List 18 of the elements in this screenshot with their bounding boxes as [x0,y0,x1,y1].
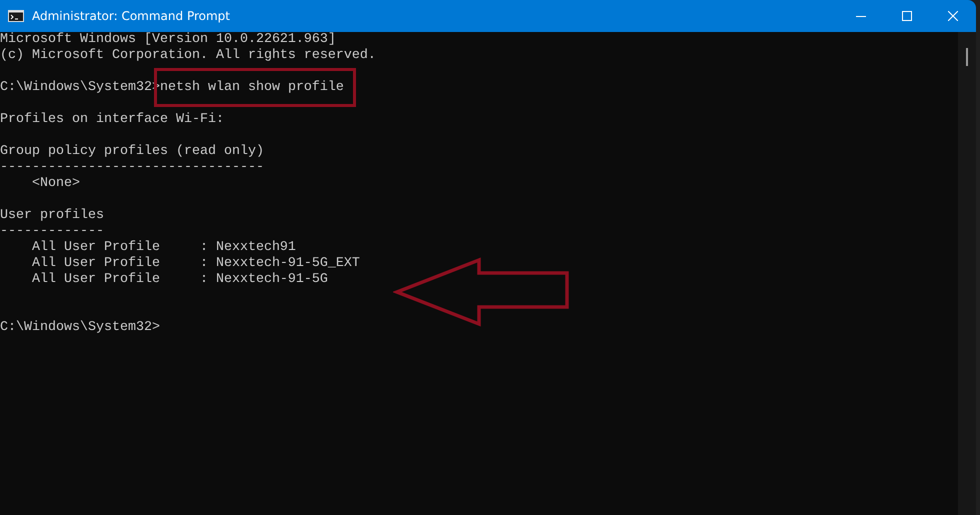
console-line: Microsoft Windows [Version 10.0.22621.963] [0,32,336,48]
console-command: netsh wlan show profile [160,80,344,96]
console-line: All User Profile : Nexxtech-91-5G_EXT [30,256,360,272]
console-line: --------------------------------- [0,160,264,176]
maximize-icon [902,11,912,21]
close-icon [948,11,958,21]
console-line: <None> [30,176,80,192]
command-prompt: C:\Windows\System32> [0,320,160,336]
console-line: Profiles on interface Wi-Fi: [0,112,224,128]
scrollbar[interactable] [958,32,976,515]
window-title: Administrator: Command Prompt [32,9,230,23]
console-line: All User Profile : Nexxtech-91-5G [30,272,328,288]
console-line: User profiles [0,208,104,224]
console-line: Group policy profiles (read only) [0,144,264,160]
console-line: (c) Microsoft Corporation. All rights reserved. [0,48,376,64]
console-line: All User Profile : Nexxtech91 [30,240,296,256]
terminal-icon [8,10,24,22]
console-line: ------------- [0,224,104,240]
